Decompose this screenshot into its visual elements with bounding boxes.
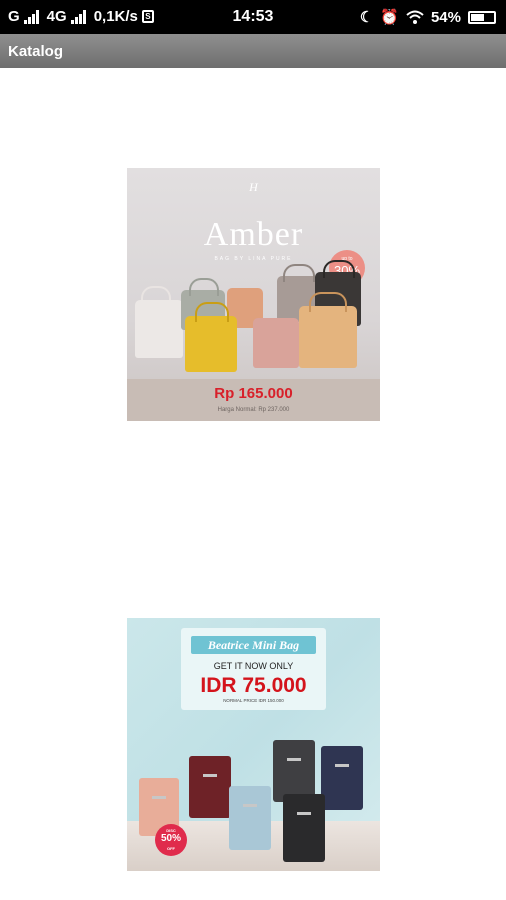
- bag-handle: [195, 302, 229, 322]
- promo-card: Beatrice Mini Bag GET IT NOW ONLY IDR 75…: [181, 628, 326, 710]
- moon-icon: ☾: [359, 9, 374, 26]
- bag-rose: [253, 318, 299, 368]
- promo-price: Rp 165.000: [214, 385, 293, 402]
- phone-bag-lightblue: [229, 786, 271, 850]
- battery-percent: 54%: [430, 8, 461, 26]
- status-bar: G 4G 0,1K/s S 14:53 ☾ ⏰ 54%: [0, 0, 506, 34]
- bag-yellow: [185, 316, 237, 372]
- discount-badge: DISC 50% OFF: [155, 824, 187, 856]
- catalog-banner-beatrice[interactable]: Beatrice Mini Bag GET IT NOW ONLY IDR 75…: [127, 618, 380, 871]
- discount-value: 50%: [160, 833, 181, 844]
- promo-tagline: GET IT NOW ONLY: [213, 661, 294, 671]
- bag-caramel: [299, 306, 357, 368]
- normal-price: Harga Normal: Rp 237.000: [217, 407, 290, 413]
- bag-white: [135, 300, 183, 358]
- promo-price: IDR 75.000: [200, 674, 307, 697]
- normal-price: NORMAL PRICE IDR 150.000: [223, 698, 284, 703]
- bag-handle: [323, 260, 355, 278]
- bag-handle: [189, 278, 219, 296]
- banner-title: Amber: [203, 216, 304, 253]
- bag-handle: [309, 292, 347, 312]
- page-title: Katalog: [8, 43, 64, 60]
- app-bar: Katalog: [0, 34, 506, 68]
- status-right: ☾ ⏰ 54%: [360, 8, 496, 26]
- banner-title: Beatrice Mini Bag: [191, 636, 316, 654]
- phone-bag-navy: [321, 746, 363, 810]
- battery-icon: [468, 10, 496, 24]
- brand-logo: H: [249, 180, 258, 194]
- phone-bag-grey: [273, 740, 315, 802]
- phone-bag-black: [283, 794, 325, 862]
- phone-bag-maroon: [189, 756, 231, 818]
- wifi-icon: [406, 10, 424, 24]
- alarm-icon: ⏰: [380, 9, 399, 26]
- discount-suffix: OFF: [167, 846, 175, 851]
- bag-handle: [283, 264, 315, 282]
- catalog-banner-amber[interactable]: H Amber BAG BY LINA PURE up to 30% Rp 16…: [127, 168, 380, 421]
